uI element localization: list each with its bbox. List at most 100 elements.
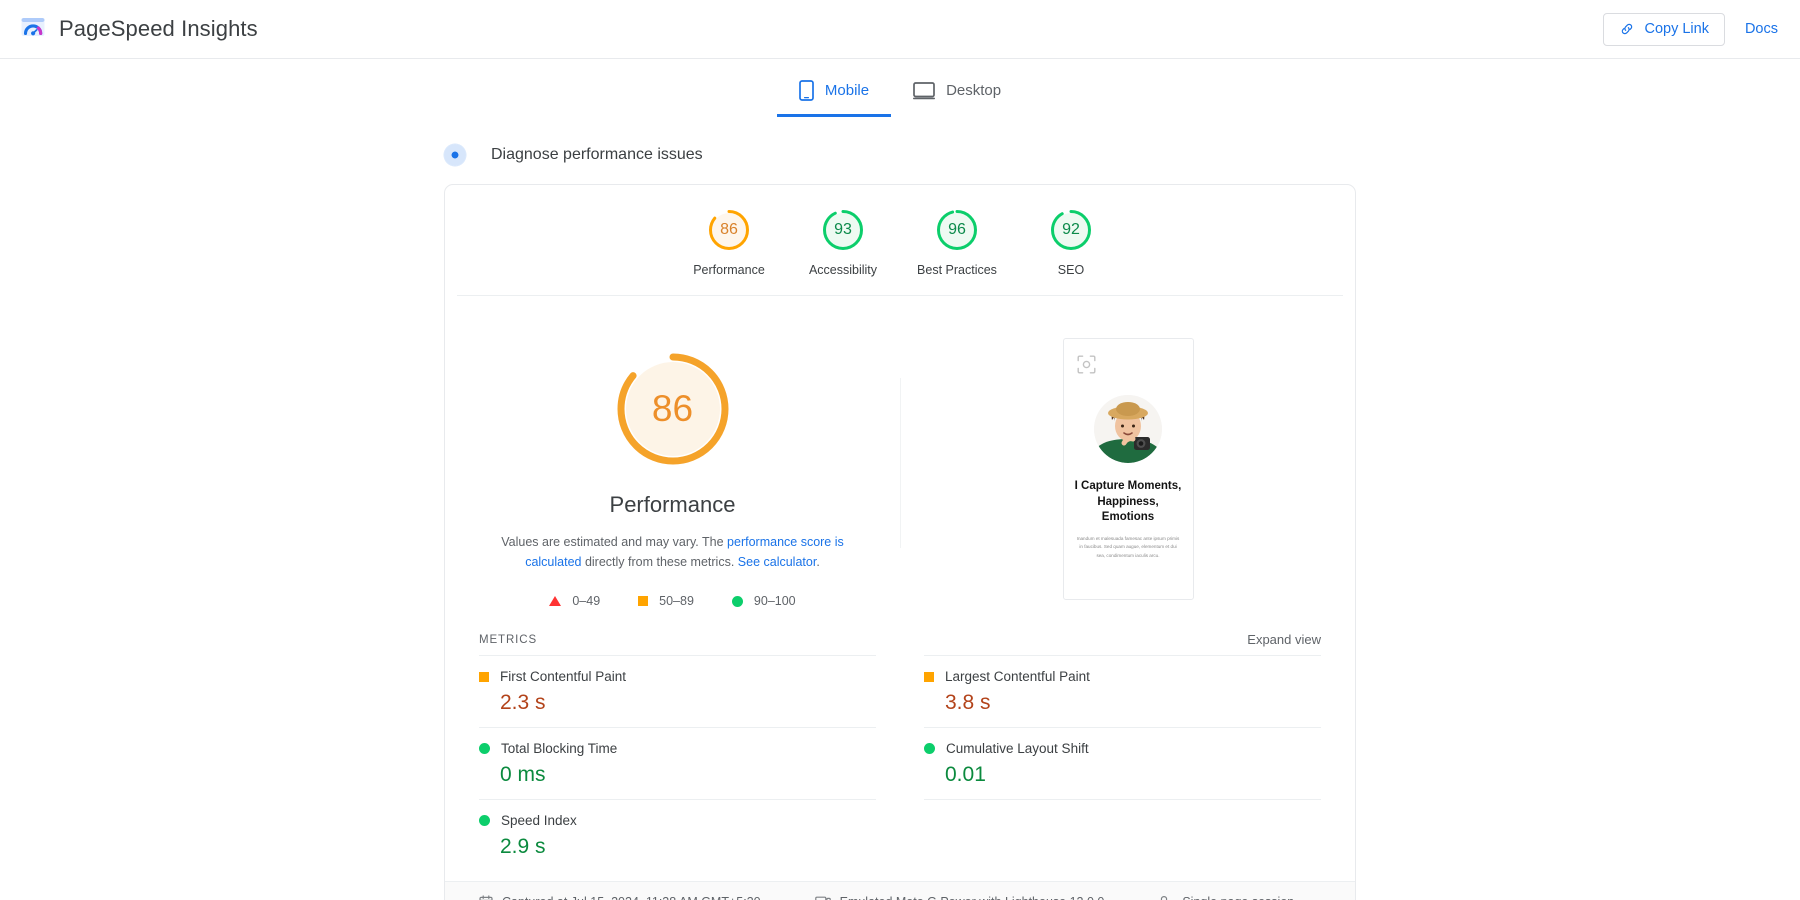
- legend-range-poor: 0–49: [572, 594, 601, 608]
- footer-emulated-device: Emulated Moto G Power with Lighthouse 12…: [814, 895, 1105, 900]
- tab-desktop[interactable]: Desktop: [891, 67, 1023, 117]
- metric-name: First Contentful Paint: [500, 669, 627, 684]
- legend-item-average: 50–89: [638, 594, 694, 608]
- legend-range-good: 90–100: [753, 594, 796, 608]
- copy-link-button[interactable]: Copy Link: [1603, 12, 1725, 46]
- circle-marker-icon: [924, 743, 935, 754]
- desktop-monitor-icon: [913, 81, 936, 100]
- performance-score-section: 86 Performance Values are estimated and …: [445, 296, 1355, 608]
- page-screenshot-thumbnail[interactable]: I Capture Moments, Happiness, Emotions I…: [1062, 338, 1194, 600]
- triangle-marker-icon: [549, 596, 562, 606]
- circle-marker-icon: [479, 815, 490, 826]
- category-label-best-practices: Best Practices: [917, 263, 997, 277]
- footer-emulated-device-text[interactable]: Emulated Moto G Power with Lighthouse 12…: [840, 895, 1105, 900]
- see-calculator-link[interactable]: See calculator: [738, 555, 817, 569]
- page-body: Diagnose performance issues 86 Performan…: [0, 144, 1800, 900]
- legend-item-good: 90–100: [731, 594, 796, 608]
- brand: PageSpeed Insights: [20, 16, 258, 42]
- footer-captured-at-text: Captured at Jul 15, 2024, 11:38 AM GMT+5…: [502, 895, 761, 900]
- metric-value: 3.8 s: [945, 691, 991, 714]
- docs-link[interactable]: Docs: [1745, 21, 1778, 37]
- single-session-icon: [1158, 895, 1173, 900]
- mini-gauge-best-practices-value: 96: [948, 221, 966, 238]
- performance-note: Values are estimated and may vary. The p…: [473, 532, 873, 572]
- metrics-column-left: First Contentful Paint 2.3 s Total Block…: [479, 655, 900, 871]
- note-middle: directly from these metrics.: [581, 555, 738, 569]
- category-label-accessibility: Accessibility: [808, 263, 878, 277]
- metric-row-first-contentful-paint[interactable]: First Contentful Paint 2.3 s: [479, 655, 876, 727]
- performance-gauge: 86: [612, 348, 734, 470]
- mobile-phone-icon: [799, 80, 814, 101]
- device-icon: [814, 895, 831, 900]
- tab-desktop-label: Desktop: [946, 82, 1002, 99]
- note-suffix: .: [816, 555, 820, 569]
- mini-gauge-accessibility: 93: [820, 207, 866, 253]
- tab-mobile[interactable]: Mobile: [776, 67, 892, 117]
- legend-range-average: 50–89: [659, 594, 694, 608]
- thumbnail-body-text: Inandum et malesuada famesac ante ipsum …: [1076, 535, 1180, 558]
- metrics-title: METRICS: [479, 633, 538, 646]
- report-meta-footer: Captured at Jul 15, 2024, 11:38 AM GMT+5…: [445, 881, 1355, 900]
- diagnose-label: Diagnose performance issues: [491, 146, 703, 163]
- circle-marker-icon: [479, 743, 490, 754]
- copy-link-label: Copy Link: [1644, 21, 1709, 37]
- mini-gauge-seo-value: 92: [1062, 221, 1080, 238]
- metric-value: 0.01: [945, 763, 986, 786]
- metrics-column-right: Largest Contentful Paint 3.8 s Cumulativ…: [900, 655, 1321, 871]
- metric-name: Total Blocking Time: [501, 741, 618, 756]
- link-icon: [1619, 21, 1635, 37]
- screenshot-capture-icon: [1077, 355, 1096, 374]
- pagespeed-logo-icon: [20, 16, 46, 42]
- mini-gauge-best-practices: 96: [934, 207, 980, 253]
- metrics-header: METRICS Expand view: [445, 608, 1355, 655]
- metric-name: Cumulative Layout Shift: [946, 741, 1089, 756]
- performance-score-block: 86 Performance Values are estimated and …: [445, 336, 900, 608]
- expand-view-button[interactable]: Expand view: [1247, 632, 1321, 647]
- metric-name: Largest Contentful Paint: [945, 669, 1090, 684]
- tab-mobile-label: Mobile: [824, 82, 870, 99]
- category-label-seo: SEO: [1057, 263, 1085, 277]
- footer-session-type-text[interactable]: Single page session: [1182, 895, 1294, 900]
- metric-row-total-blocking-time[interactable]: Total Blocking Time 0 ms: [479, 727, 876, 799]
- performance-gauge-value: 86: [651, 388, 694, 429]
- metric-row-largest-contentful-paint[interactable]: Largest Contentful Paint 3.8 s: [924, 655, 1321, 727]
- category-score-seo[interactable]: 92 SEO: [1014, 207, 1128, 277]
- metric-value: 2.3 s: [500, 691, 546, 714]
- blue-dot-indicator-icon: [444, 144, 466, 166]
- square-marker-icon: [638, 596, 649, 606]
- square-marker-icon: [924, 671, 934, 682]
- app-header: PageSpeed Insights Copy Link Docs: [0, 0, 1800, 59]
- circle-marker-icon: [731, 595, 743, 607]
- footer-session-type: Single page session: [1158, 895, 1294, 900]
- mini-gauge-performance: 86: [706, 207, 752, 253]
- calendar-icon: [479, 895, 493, 900]
- report-card: 86 Performance 93 Accessibility 96 Best …: [444, 184, 1356, 900]
- mini-gauge-performance-value: 86: [720, 221, 738, 238]
- category-score-best-practices[interactable]: 96 Best Practices: [900, 207, 1014, 277]
- mini-gauge-seo: 92: [1048, 207, 1094, 253]
- metric-row-speed-index[interactable]: Speed Index 2.9 s: [479, 799, 876, 871]
- metric-value: 2.9 s: [500, 835, 546, 858]
- header-actions: Copy Link Docs: [1603, 12, 1778, 46]
- metrics-grid: First Contentful Paint 2.3 s Total Block…: [445, 655, 1355, 871]
- page-title: PageSpeed Insights: [59, 16, 258, 41]
- thumbnail-photo: [1094, 395, 1162, 463]
- metrics-column-right-spacer: [924, 799, 1321, 868]
- mini-gauge-accessibility-value: 93: [834, 221, 852, 238]
- legend-item-poor: 0–49: [549, 594, 600, 608]
- category-score-strip: 86 Performance 93 Accessibility 96 Best …: [457, 185, 1343, 296]
- performance-title: Performance: [609, 492, 736, 517]
- footer-captured-at: Captured at Jul 15, 2024, 11:38 AM GMT+5…: [479, 895, 761, 900]
- square-marker-icon: [479, 671, 489, 682]
- category-score-performance[interactable]: 86 Performance: [672, 207, 786, 277]
- thumbnail-headline: I Capture Moments, Happiness, Emotions: [1074, 480, 1182, 524]
- metric-name: Speed Index: [501, 813, 577, 828]
- note-prefix: Values are estimated and may vary. The: [501, 535, 728, 549]
- diagnose-performance-issues-row[interactable]: Diagnose performance issues: [444, 144, 1356, 166]
- category-score-accessibility[interactable]: 93 Accessibility: [786, 207, 900, 277]
- device-tabs: Mobile Desktop: [0, 67, 1800, 117]
- metric-row-cumulative-layout-shift[interactable]: Cumulative Layout Shift 0.01: [924, 727, 1321, 799]
- metric-value: 0 ms: [500, 763, 546, 786]
- score-legend: 0–49 50–89 90–100: [549, 594, 796, 608]
- page-thumbnail-block: I Capture Moments, Happiness, Emotions I…: [901, 336, 1355, 608]
